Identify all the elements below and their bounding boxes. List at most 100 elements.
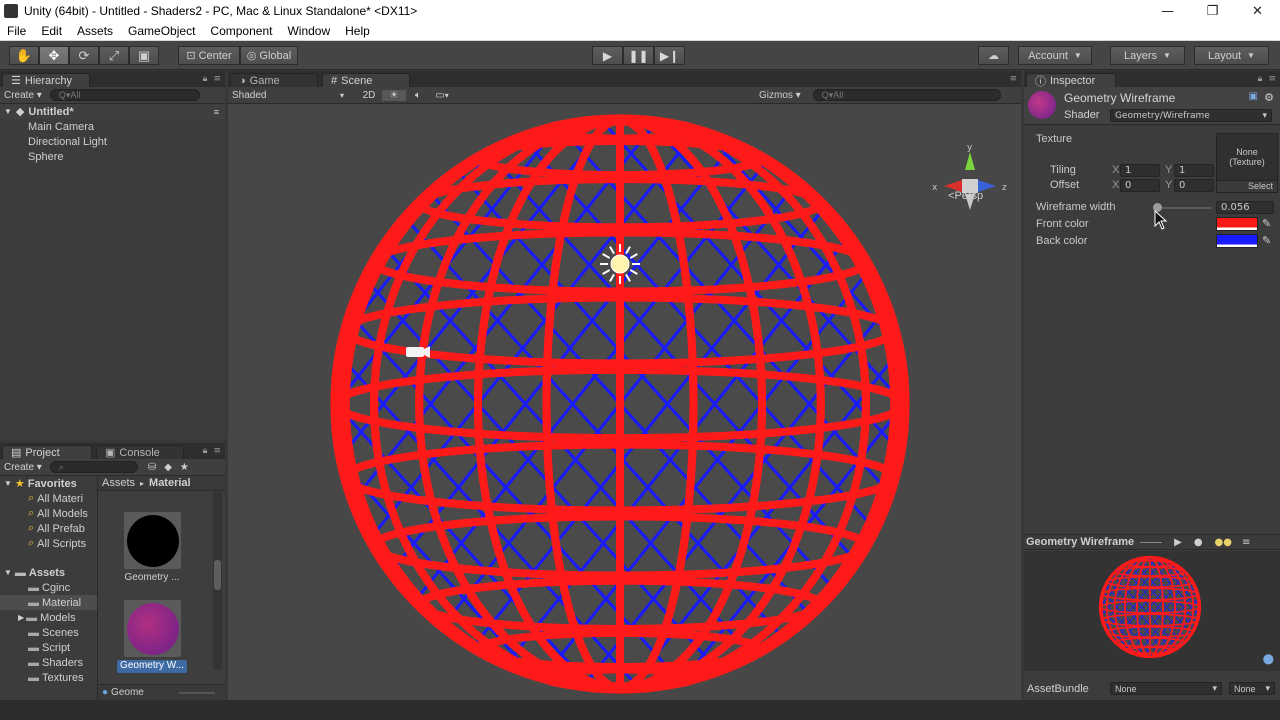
menu-help[interactable]: Help [338, 24, 378, 38]
favorite-all-models[interactable]: ⌕ All Models [0, 506, 97, 521]
panel-menu-icon[interactable]: ≡ [1242, 537, 1250, 548]
projection-toggle[interactable]: <Persp [948, 190, 983, 202]
scene-viewport[interactable]: y x z <Persp [228, 104, 1021, 700]
assetbundle-variant-dropdown[interactable]: None ▾ [1229, 682, 1275, 695]
panel-menu-icon[interactable]: ≡ [213, 446, 221, 456]
menu-window[interactable]: Window [280, 24, 338, 38]
favorites-row[interactable]: ▼ ★ Favorites [0, 476, 97, 491]
pivot-center-button[interactable]: ⊡ Center [178, 46, 240, 65]
wireframe-width-field[interactable]: 0.056 [1216, 201, 1274, 214]
assetbundle-dropdown[interactable]: None ▾ [1110, 682, 1222, 695]
folder-shaders[interactable]: ▬ Shaders [0, 655, 97, 670]
panel-menu-icon[interactable]: ≡ [213, 74, 221, 84]
cloud-button[interactable]: ☁ [978, 46, 1009, 65]
create-dropdown[interactable]: Create ▾ [4, 90, 42, 101]
offset-x-field[interactable]: 0 [1120, 179, 1160, 192]
rect-tool-button[interactable]: ▣ [129, 46, 159, 65]
panel-menu-icon[interactable]: ≡ [1009, 74, 1017, 84]
favorite-all-scripts[interactable]: ⌕ All Scripts [0, 536, 97, 551]
scrollbar-thumb[interactable] [214, 560, 221, 590]
back-color-swatch[interactable] [1216, 234, 1258, 248]
pause-button[interactable]: ❚❚ [623, 46, 654, 65]
scene-menu-icon[interactable]: ≡ [214, 107, 219, 117]
hierarchy-search-input[interactable]: Q▾All [49, 89, 200, 101]
hierarchy-item-directional-light[interactable]: Directional Light [0, 134, 225, 149]
play-icon[interactable]: ▶ [1174, 537, 1182, 548]
gizmos-dropdown[interactable]: Gizmos ▾ [759, 90, 801, 101]
offset-y-field[interactable]: 0 [1174, 179, 1214, 192]
eyedropper-icon[interactable]: ✎ [1262, 234, 1271, 247]
folder-material[interactable]: ▬ Material [0, 595, 97, 610]
pivot-global-button[interactable]: ◎ Global [240, 46, 298, 65]
shader-dropdown[interactable]: Geometry/Wireframe ▾ [1110, 109, 1272, 122]
account-dropdown[interactable]: Account ▼ [1018, 46, 1092, 65]
menu-edit[interactable]: Edit [34, 24, 70, 38]
play-button[interactable]: ▶ [592, 46, 623, 65]
hierarchy-item-main-camera[interactable]: Main Camera [0, 119, 225, 134]
sphere-icon[interactable]: ● [1194, 537, 1203, 548]
material-thumb-1[interactable] [124, 512, 181, 569]
rotate-tool-button[interactable]: ⟳ [69, 46, 99, 65]
folder-textures[interactable]: ▬ Textures [0, 670, 97, 685]
gizmo-y-axis[interactable] [965, 152, 975, 170]
lock-icon[interactable]: 🔒︎ [203, 446, 208, 456]
menu-file[interactable]: File [0, 24, 34, 38]
help-book-icon[interactable]: ▣ [1249, 91, 1258, 102]
tag-icon[interactable]: ⬤ [1263, 654, 1274, 665]
hierarchy-item-sphere[interactable]: Sphere [0, 149, 225, 164]
folder-models[interactable]: ▶ ▬ Models [0, 610, 97, 625]
lock-icon[interactable]: 🔒︎ [1258, 74, 1263, 84]
project-scrollbar[interactable] [213, 492, 222, 670]
layers-dropdown[interactable]: Layers ▼ [1110, 46, 1185, 65]
close-button[interactable]: ✕ [1235, 0, 1280, 22]
gear-icon[interactable]: ⚙ [1264, 91, 1274, 104]
layout-dropdown[interactable]: Layout ▼ [1194, 46, 1269, 65]
hand-tool-button[interactable]: ✋ [9, 46, 39, 65]
material-thumb-2[interactable] [124, 600, 181, 657]
tab-console[interactable]: ▣ Console [96, 445, 184, 459]
project-create-dropdown[interactable]: Create ▾ [4, 462, 42, 473]
minimize-button[interactable]: — [1145, 0, 1190, 22]
wireframe-width-slider[interactable] [1153, 203, 1212, 212]
project-search-input[interactable]: ⌕ [49, 461, 138, 473]
preview-drag-handle[interactable] [1140, 541, 1163, 543]
menu-assets[interactable]: Assets [70, 24, 121, 38]
lock-icon[interactable]: 🔒︎ [203, 74, 208, 84]
shading-mode-dropdown[interactable]: Shaded [232, 90, 340, 101]
mode-2d-toggle[interactable]: 2D [356, 90, 382, 101]
filter-type-icon[interactable]: ⛁ [148, 462, 156, 473]
scene-search-input[interactable]: Q▾All [812, 89, 1001, 101]
audio-toggle[interactable]: 🔈︎ [406, 90, 430, 101]
move-tool-button[interactable]: ✥ [39, 46, 69, 65]
folder-cginc[interactable]: ▬ Cginc [0, 580, 97, 595]
front-color-swatch[interactable] [1216, 217, 1258, 231]
tab-scene[interactable]: # Scene [322, 73, 410, 87]
scale-tool-button[interactable]: ⤢ [99, 46, 129, 65]
lighting-toggle[interactable]: ☀ [382, 89, 406, 101]
scene-row[interactable]: ▼ ◆ Untitled* ≡ [0, 104, 225, 119]
step-button[interactable]: ▶❙ [654, 46, 685, 65]
menu-gameobject[interactable]: GameObject [121, 24, 203, 38]
lights-icon[interactable]: ●● [1215, 537, 1232, 548]
panel-menu-icon[interactable]: ≡ [1268, 74, 1276, 84]
filter-label-icon[interactable]: ◆ [164, 462, 172, 473]
restore-button[interactable]: ❐ [1190, 0, 1235, 22]
breadcrumb-material[interactable]: Material [149, 477, 191, 489]
tab-project[interactable]: ▤ Project [2, 445, 92, 459]
orientation-gizmo[interactable]: y x z [928, 144, 1012, 214]
tab-inspector[interactable]: ⓘ Inspector [1026, 73, 1116, 88]
tiling-x-field[interactable]: 1 [1120, 164, 1160, 177]
breadcrumb-assets[interactable]: Assets [102, 477, 135, 489]
effects-toggle[interactable]: ▭▾ [430, 90, 454, 101]
folder-scenes[interactable]: ▬ Scenes [0, 625, 97, 640]
tiling-y-field[interactable]: 1 [1174, 164, 1214, 177]
menu-component[interactable]: Component [203, 24, 280, 38]
tab-game[interactable]: ◑ Game [230, 73, 318, 87]
favorite-star-icon[interactable]: ★ [180, 462, 189, 473]
thumb-size-slider[interactable] [179, 692, 215, 694]
eyedropper-icon[interactable]: ✎ [1262, 217, 1271, 230]
material-preview[interactable]: ⬤ [1024, 551, 1280, 671]
tab-hierarchy[interactable]: ☰ Hierarchy [2, 73, 90, 87]
favorite-all-materials[interactable]: ⌕ All Materi [0, 491, 97, 506]
folder-script[interactable]: ▬ Script [0, 640, 97, 655]
